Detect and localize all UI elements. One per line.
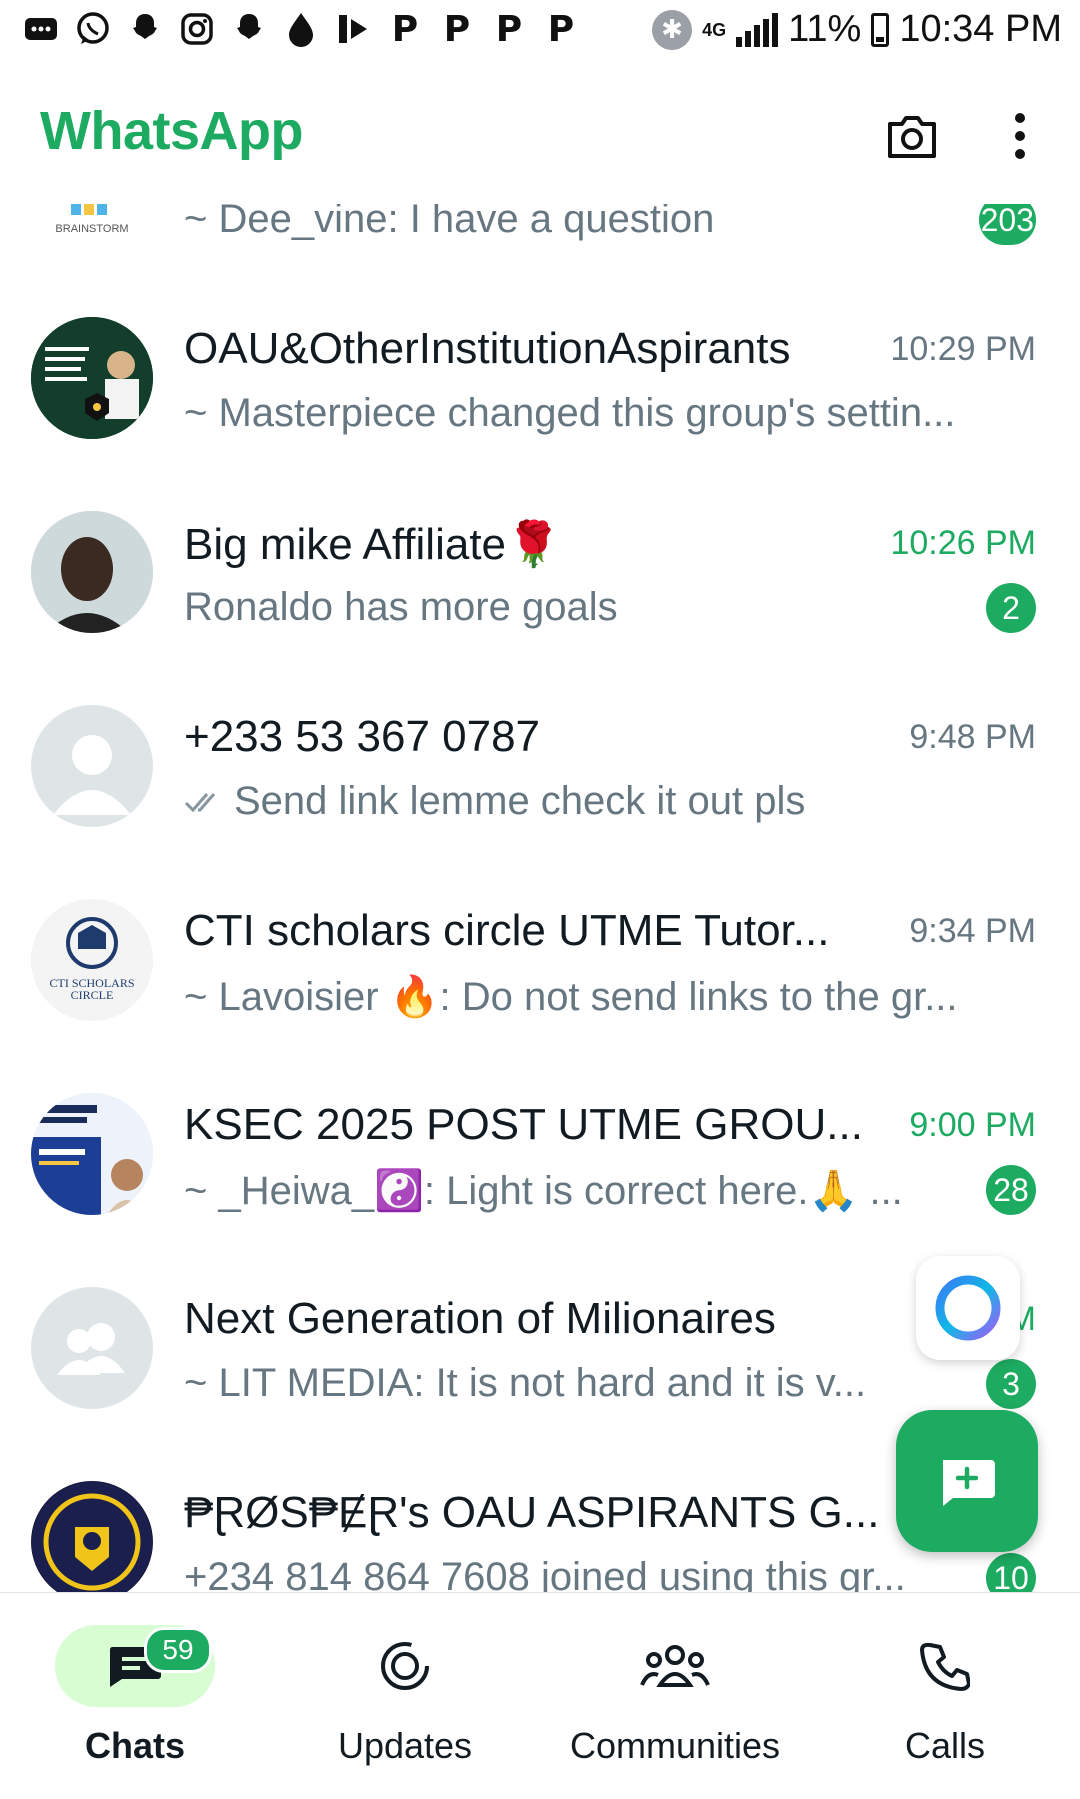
more-options-button[interactable] xyxy=(1000,108,1040,164)
chat-name: Next Generation of Milionaires xyxy=(184,1294,776,1343)
phone-icon xyxy=(920,1642,970,1691)
network-type: 4G xyxy=(702,19,727,40)
chat-preview-wrap: Send link lemme check it out pls xyxy=(184,779,805,824)
battery-percent: 11% xyxy=(788,8,862,50)
bolt-icon xyxy=(334,10,372,48)
chat-avatar: CTI SCHOLARS CIRCLE xyxy=(31,899,153,1021)
updates-icon xyxy=(381,1642,429,1690)
instagram-icon xyxy=(178,10,216,48)
communities-tab-pill xyxy=(595,1625,755,1707)
status-bar: P P P P ✱ 4G 11% 10:34 PM xyxy=(0,0,1080,64)
whatsapp-icon xyxy=(74,10,112,48)
chat-avatar xyxy=(31,1093,153,1215)
chat-preview: +234 814 864 7608 joined using this gr..… xyxy=(184,1555,906,1592)
chat-row[interactable]: OAU&OtherInstitutionAspirants 10:29 PM ~… xyxy=(0,288,1080,482)
chat-row[interactable]: KSEC 2025 POST UTME GROU... 9:00 PM ~ _H… xyxy=(0,1064,1080,1258)
chat-preview: Send link lemme check it out pls xyxy=(234,779,806,823)
chat-preview-wrap: ~ LIT MEDIA: It is not hard and it is v.… xyxy=(184,1361,866,1406)
chat-avatar: BRAINSTORM xyxy=(31,204,153,245)
chat-name: KSEC 2025 POST UTME GROU... xyxy=(184,1100,863,1149)
notification-icons: P P P P xyxy=(22,8,580,50)
chat-time: 9:00 PM xyxy=(909,1106,1036,1144)
snapchat-icon xyxy=(230,10,268,48)
unread-badge: 2 xyxy=(986,583,1036,633)
chat-name: Big mike Affiliate🌹 xyxy=(184,520,561,569)
new-chat-icon xyxy=(943,1460,995,1506)
p-icon: P xyxy=(547,8,575,50)
p-icon: P xyxy=(495,8,523,50)
avatar-label: CTI SCHOLARS CIRCLE xyxy=(49,976,135,1002)
chat-row[interactable]: CTI SCHOLARS CIRCLE CTI scholars circle … xyxy=(0,870,1080,1064)
meta-ai-icon xyxy=(935,1275,1001,1341)
group-icon xyxy=(57,1323,125,1375)
calls-tab-pill xyxy=(865,1625,1025,1707)
chat-row[interactable]: BRAINSTORM ~ Dee_vine: I have a question… xyxy=(0,204,1080,288)
unread-badge: 3 xyxy=(986,1359,1036,1409)
default-avatar xyxy=(31,705,153,827)
double-check-icon xyxy=(184,792,216,812)
system-status: ✱ 4G 11% 10:34 PM xyxy=(652,8,1062,51)
avatar-label: BRAINSTORM xyxy=(55,223,129,235)
communities-icon xyxy=(640,1645,710,1687)
chat-avatar xyxy=(31,317,153,439)
bluetooth-icon: ✱ xyxy=(652,9,693,50)
app-title: WhatsApp xyxy=(40,101,303,161)
snapchat-icon xyxy=(126,10,164,48)
tab-label: Calls xyxy=(904,1725,985,1766)
chat-avatar xyxy=(31,1481,153,1592)
chat-name: CTI scholars circle UTME Tutor... xyxy=(184,906,830,955)
chat-time: 9:48 PM xyxy=(909,718,1036,756)
camera-icon xyxy=(888,116,936,158)
messages-icon xyxy=(22,10,60,48)
p-icon: P xyxy=(391,8,419,50)
chat-preview: Ronaldo has more goals xyxy=(184,585,618,629)
meta-ai-button[interactable] xyxy=(916,1256,1020,1360)
app-bar: WhatsApp xyxy=(0,64,1080,204)
unread-badge: 203 xyxy=(978,204,1036,245)
chat-preview: ~ Dee_vine: I have a question xyxy=(184,204,715,241)
chat-time: 10:26 PM xyxy=(890,524,1036,562)
more-vert-icon xyxy=(1015,113,1025,159)
p-icon: P xyxy=(443,8,471,50)
chat-row[interactable]: +233 53 367 0787 9:48 PM Send link lemme… xyxy=(0,676,1080,870)
new-chat-button[interactable] xyxy=(896,1410,1038,1552)
drop-icon xyxy=(282,10,320,48)
tab-updates[interactable]: Updates xyxy=(270,1593,540,1799)
chat-preview: ~ _Heiwa_☯️: Light is correct here.🙏 ... xyxy=(184,1169,903,1213)
unread-badge: 28 xyxy=(986,1165,1036,1215)
chat-name: +233 53 367 0787 xyxy=(184,712,541,761)
unread-badge: 10 xyxy=(986,1553,1036,1592)
tab-label: Chats xyxy=(84,1725,186,1766)
chats-unread-badge: 59 xyxy=(144,1627,212,1673)
chat-preview: ~ LIT MEDIA: It is not hard and it is v.… xyxy=(184,1361,867,1405)
person-icon xyxy=(53,735,131,815)
chat-name: ₱ⱤØS₱ɆⱤ's OAU ASPIRANTS G... xyxy=(184,1488,880,1537)
chat-preview: ~ Masterpiece changed this group's setti… xyxy=(184,391,956,435)
chat-preview: ~ Lavoisier 🔥: Do not send links to the … xyxy=(184,975,958,1019)
chat-row[interactable]: Big mike Affiliate🌹 10:26 PM Ronaldo has… xyxy=(0,482,1080,676)
tab-communities[interactable]: Communities xyxy=(540,1593,810,1799)
chat-time: 10:29 PM xyxy=(890,330,1036,368)
tab-chats[interactable]: 59 Chats xyxy=(0,1593,270,1799)
bottom-navigation: 59 Chats Updates Communities Calls xyxy=(0,1592,1080,1799)
tab-calls[interactable]: Calls xyxy=(810,1593,1080,1799)
chat-list[interactable]: BRAINSTORM ~ Dee_vine: I have a question… xyxy=(0,204,1080,1592)
chat-name: OAU&OtherInstitutionAspirants xyxy=(184,324,791,373)
chat-time: 9:34 PM xyxy=(909,912,1036,950)
camera-button[interactable] xyxy=(884,108,940,164)
tab-label: Updates xyxy=(337,1725,473,1766)
signal-icon xyxy=(736,12,779,47)
clock: 10:34 PM xyxy=(899,8,1062,50)
updates-tab-pill xyxy=(325,1625,485,1707)
tab-label: Communities xyxy=(569,1725,781,1766)
chat-avatar xyxy=(31,511,153,633)
default-group-avatar xyxy=(31,1287,153,1409)
battery-icon xyxy=(871,12,890,47)
